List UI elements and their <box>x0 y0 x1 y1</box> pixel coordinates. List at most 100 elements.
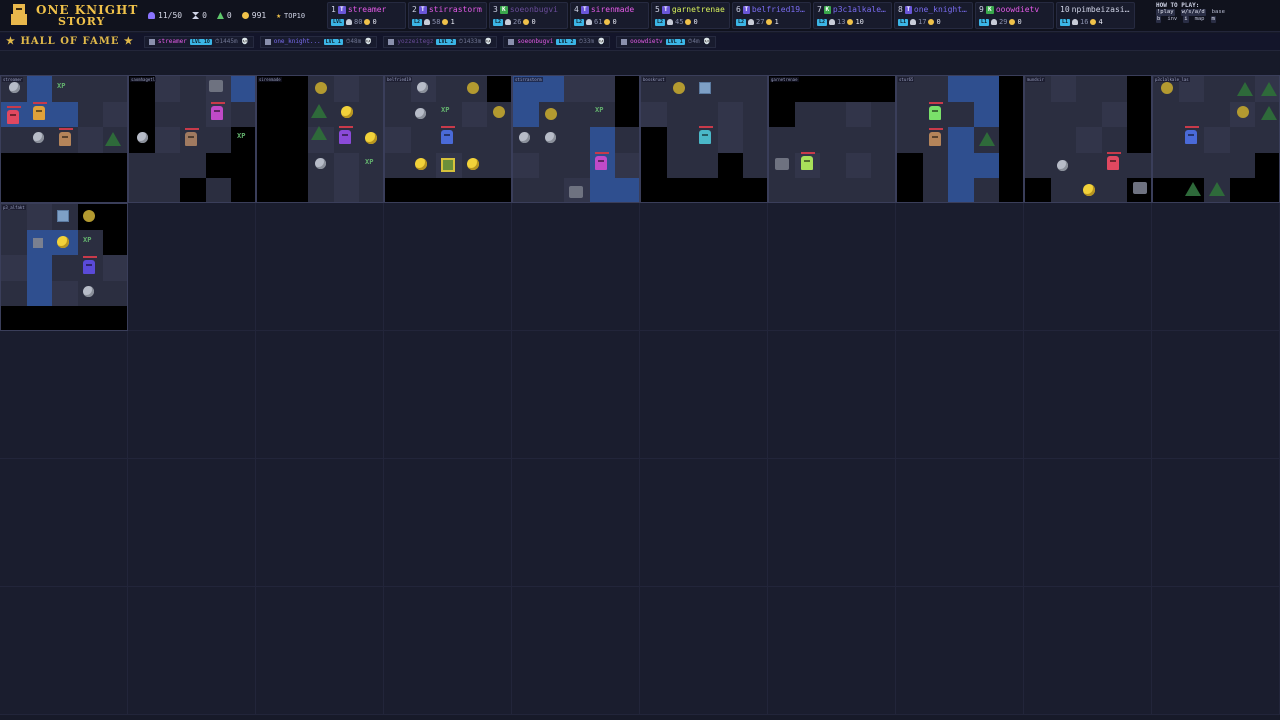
leaderboard-name: stirrastorm <box>428 5 482 14</box>
character-sprite[interactable] <box>185 132 197 146</box>
water-tile <box>615 178 639 202</box>
void-tile <box>999 76 1023 102</box>
character-sprite[interactable] <box>801 156 813 170</box>
hall-of-fame-name: yozzeitegz <box>397 38 434 45</box>
player-zone[interactable]: streamer XP <box>0 75 128 203</box>
player-zone[interactable]: sirenmade XP <box>256 75 384 203</box>
hall-of-fame-entry[interactable]: ooowdietv LVL 1 ⏱4m 💀 <box>616 35 716 48</box>
level-badge: L2 <box>655 18 666 26</box>
leaderboard-card[interactable]: 9 K ooowdietv L1 29 0 <box>975 2 1054 29</box>
floor-tile <box>1 255 27 281</box>
player-zone[interactable]: belfried19 XP <box>384 75 512 203</box>
empty-map-tile <box>128 203 256 331</box>
character-sprite[interactable] <box>929 106 941 120</box>
kills-icon <box>216 12 224 19</box>
xp-orb-icon: XP <box>237 132 246 140</box>
character-sprite[interactable] <box>33 106 45 120</box>
hall-of-fame-entry[interactable]: streamer LVL 10 ⏱1445m 💀 <box>143 35 254 48</box>
leaderboard-card[interactable]: 7 K p3c1alkale... L2 13 10 <box>813 2 892 29</box>
coin-icon <box>57 236 69 248</box>
character-sprite[interactable] <box>595 156 607 170</box>
player-zone[interactable]: garnetrenae <box>768 75 896 203</box>
player-zone[interactable]: p3_alfakt XP <box>0 203 128 331</box>
floor-tile <box>1204 152 1230 179</box>
floor-tile <box>461 127 488 153</box>
leaderboard-card[interactable]: 2 T stirrastorm L2 58 1 <box>408 2 487 29</box>
leaderboard-rank: 3 <box>493 5 498 14</box>
character-sprite[interactable] <box>59 132 71 146</box>
void-tile <box>282 178 309 202</box>
player-zone[interactable]: saomhagetl XP <box>128 75 256 203</box>
floor-tile <box>743 76 767 102</box>
leaderboard-card[interactable]: 3 K soeonbugvi L2 26 0 <box>489 2 568 29</box>
character-sprite[interactable] <box>339 130 351 144</box>
health-bar <box>339 126 353 128</box>
water-tile <box>231 76 255 102</box>
character-sprite[interactable] <box>211 106 223 120</box>
floor-tile <box>845 101 872 128</box>
void-tile <box>103 306 127 330</box>
trophy-icon <box>621 38 628 45</box>
empty-map-tile <box>384 331 512 459</box>
water-tile <box>948 127 974 153</box>
void-tile <box>231 152 255 179</box>
coin-icon <box>415 158 427 170</box>
character-sprite[interactable] <box>1107 156 1119 170</box>
hall-of-fame-entry[interactable]: soeonbugvi LVL 2 ⏱33m 💀 <box>503 35 611 48</box>
trophy-icon <box>264 38 271 45</box>
xp-orb-icon: XP <box>441 106 450 114</box>
leaderboard-kills: 17 <box>918 18 927 26</box>
floor-tile <box>1050 76 1077 102</box>
leaderboard-name: belfried19... <box>751 5 807 14</box>
coin-icon <box>523 19 530 25</box>
leaderboard-card[interactable]: 10 npimbeizasi... L1 16 4 <box>1056 2 1135 29</box>
skull-icon <box>910 19 917 25</box>
floor-tile <box>769 178 795 202</box>
coin-icon <box>847 19 854 25</box>
leaderboard-card[interactable]: 1 T streamer LVL 80 0 <box>327 2 406 29</box>
stat-top10[interactable]: ★ TOP10 <box>276 11 305 20</box>
leaderboard-card[interactable]: 6 T belfried19... L2 27 1 <box>732 2 811 29</box>
void-tile <box>769 101 795 128</box>
empty-map-tile <box>384 587 512 715</box>
character-sprite[interactable] <box>699 130 711 144</box>
floor-tile <box>564 101 590 128</box>
hall-of-fame-entry[interactable]: one_knight... LVL 1 ⏱48m 💀 <box>259 35 378 48</box>
leaderboard-coins: 4 <box>1098 18 1103 26</box>
player-zone[interactable]: stur65 <box>896 75 1024 203</box>
empty-map-tile <box>1152 587 1280 715</box>
void-tile <box>52 306 78 330</box>
stone-icon <box>33 238 43 248</box>
hall-of-fame-entry[interactable]: yozzeitegz LVL 2 ⏱1433m 💀 <box>383 35 498 48</box>
void-tile <box>743 178 767 202</box>
leaderboard-card[interactable]: 4 T sirenmade L2 61 0 <box>570 2 649 29</box>
character-sprite[interactable] <box>1185 130 1197 144</box>
leaderboard-kills: 13 <box>837 18 846 26</box>
floor-tile <box>897 127 923 153</box>
leaderboard-name: p3c1alkale... <box>832 5 888 14</box>
silver-orb-icon <box>315 158 326 169</box>
void-tile <box>103 178 127 202</box>
hourglass-icon <box>192 12 200 19</box>
player-zone[interactable]: p3c1alkale_las <box>1152 75 1280 203</box>
player-zone[interactable]: mundsir <box>1024 75 1152 203</box>
character-sprite[interactable] <box>441 130 453 144</box>
empty-map-tile <box>768 459 896 587</box>
leaderboard-card[interactable]: 5 T garnetrenae L2 45 0 <box>651 2 730 29</box>
floor-tile <box>820 178 846 202</box>
floor-tile <box>385 101 411 128</box>
character-sprite[interactable] <box>83 260 95 274</box>
floor-tile <box>1204 76 1230 102</box>
player-zone[interactable]: stirrastorm XP <box>512 75 640 203</box>
leaderboard: 1 T streamer LVL 80 0 2 T stirrastorm L2… <box>325 0 1152 31</box>
void-tile <box>385 178 411 202</box>
empty-map-tile <box>256 587 384 715</box>
leaderboard-card[interactable]: 8 T one_knight... L1 17 0 <box>894 2 973 29</box>
void-tile <box>26 152 53 179</box>
leaderboard-rank: 4 <box>574 5 579 14</box>
player-zone[interactable]: bosskrust <box>640 75 768 203</box>
character-sprite[interactable] <box>7 110 19 124</box>
empty-map-tile <box>768 331 896 459</box>
floor-tile <box>513 178 539 202</box>
character-sprite[interactable] <box>929 132 941 146</box>
